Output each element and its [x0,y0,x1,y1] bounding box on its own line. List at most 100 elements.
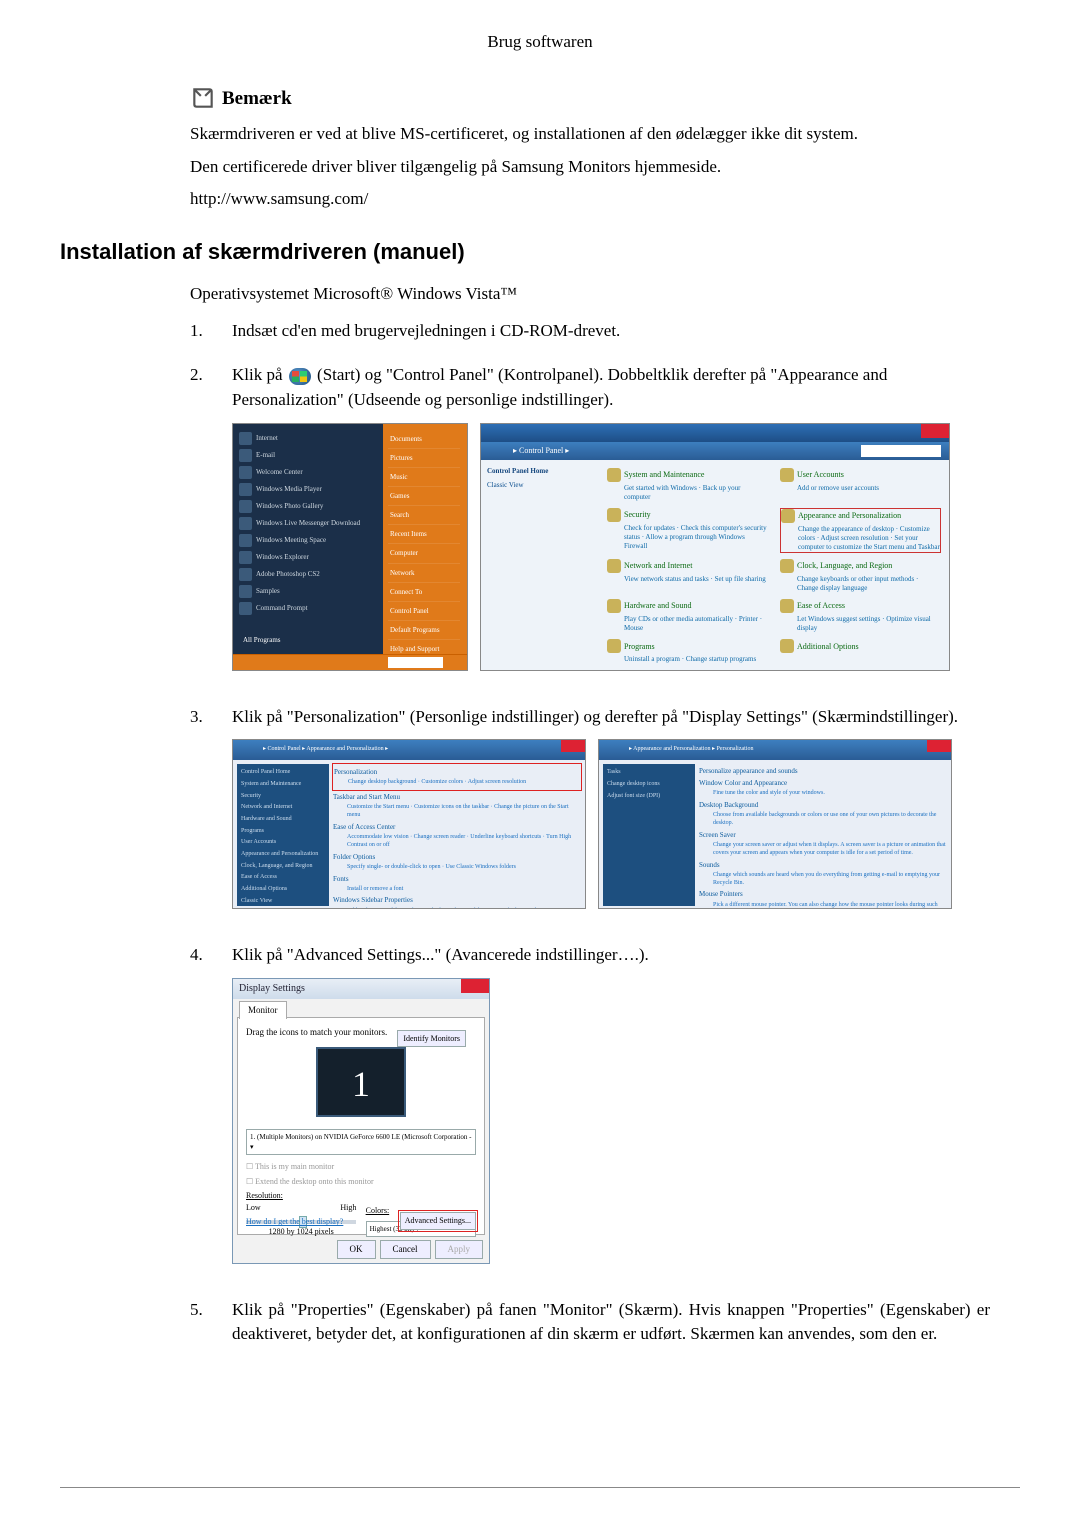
cp-category[interactable]: User AccountsAdd or remove user accounts [780,468,941,502]
cp-category-links[interactable]: Check for updates · Check this computer'… [607,524,768,551]
startmenu-item[interactable]: Internet [239,430,379,447]
step-text: Klik på (Start) og "Control Panel" (Kont… [232,363,990,412]
startmenu-right-item[interactable]: Default Programs [388,621,460,640]
sidebar-item[interactable]: Appearance and Personalization [241,850,325,859]
group-heading[interactable]: Fonts [333,874,581,884]
cp-category-links[interactable]: Let Windows suggest settings · Optimize … [780,615,941,633]
startmenu-item[interactable]: Welcome Center [239,464,379,481]
startmenu-item[interactable]: Windows Live Messenger Download [239,515,379,532]
close-icon[interactable] [561,740,585,752]
cp-category[interactable]: Hardware and SoundPlay CDs or other medi… [607,599,768,633]
group-links[interactable]: Specify single- or double-click to open … [333,864,581,872]
close-icon[interactable] [461,979,489,993]
note-link[interactable]: http://www.samsung.com/ [190,187,990,212]
sidebar-item[interactable]: Additional Options [241,885,325,894]
sidebar-item[interactable]: Clock, Language, and Region [241,862,325,871]
sidebar-item[interactable]: Programs [241,827,325,836]
nav-title[interactable]: Control Panel Home [487,466,595,476]
cp-category-links[interactable]: Uninstall a program · Change startup pro… [607,655,768,664]
startmenu-right-item[interactable]: Search [388,506,460,525]
startmenu-right-item[interactable]: Pictures [388,449,460,468]
sidebar-item[interactable]: Change desktop icons [607,780,691,789]
startmenu-right-item[interactable]: Documents [388,430,460,449]
monitor-preview[interactable]: 1 [316,1047,406,1117]
group-links[interactable]: Change desktop background · Customize co… [334,779,580,787]
cp-category-links[interactable]: Change keyboards or other input methods … [780,575,941,593]
sidebar-item[interactable]: Security [241,792,325,801]
startmenu-right-item[interactable]: Connect To [388,583,460,602]
cp-category-links[interactable]: Add or remove user accounts [780,484,941,493]
monitor-select[interactable]: 1. (Multiple Monitors) on NVIDIA GeForce… [246,1129,476,1155]
group-heading[interactable]: Windows Sidebar Properties [333,895,581,905]
close-icon[interactable] [921,424,949,438]
sidebar-item[interactable]: System and Maintenance [241,780,325,789]
identify-monitors-button[interactable]: Identify Monitors [397,1030,466,1048]
cp-category[interactable]: System and MaintenanceGet started with W… [607,468,768,502]
category-icon [780,468,794,482]
breadcrumb[interactable]: ▸ Control Panel ▸ [513,445,569,457]
cp-category[interactable]: SecurityCheck for updates · Check this c… [607,508,768,553]
startmenu-item[interactable]: Windows Explorer [239,549,379,566]
note-line-2: Den certificerede driver bliver tilgænge… [190,155,990,180]
startmenu-item-label: Windows Explorer [256,552,309,562]
cp-category-links[interactable]: View network status and tasks · Set up f… [607,575,768,584]
pers-item-title[interactable]: Screen Saver [699,830,947,840]
cp-category[interactable]: Additional Options [780,639,941,664]
group-links[interactable]: Add gadgets to Sidebar · Choose whether … [333,908,581,910]
group-heading[interactable]: Ease of Access Center [333,822,581,832]
sidebar-item[interactable]: Classic View [241,897,325,906]
advanced-settings-button[interactable]: Advanced Settings... [400,1212,476,1230]
pers-item-title[interactable]: Desktop Background [699,800,947,810]
main-monitor-checkbox[interactable]: ☐ This is my main monitor [246,1161,476,1173]
startmenu-item[interactable]: Windows Media Player [239,481,379,498]
startmenu-right-item[interactable]: Control Panel [388,602,460,621]
cancel-button[interactable]: Cancel [380,1240,431,1259]
nav-item[interactable]: Classic View [487,480,595,490]
startmenu-item[interactable]: Adobe Photoshop CS2 [239,566,379,583]
group-heading[interactable]: Taskbar and Start Menu [333,792,581,802]
pers-item-title[interactable]: Window Color and Appearance [699,778,947,788]
group-heading[interactable]: Folder Options [333,852,581,862]
search-input[interactable] [861,445,941,457]
startmenu-right-item[interactable]: Music [388,468,460,487]
tab-monitor[interactable]: Monitor [239,1001,287,1019]
sidebar-item[interactable]: Ease of Access [241,873,325,882]
sidebar-item[interactable]: Control Panel Home [241,768,325,777]
breadcrumb[interactable]: ▸ Control Panel ▸ Appearance and Persona… [263,745,388,754]
cp-category[interactable]: Ease of AccessLet Windows suggest settin… [780,599,941,633]
group-heading[interactable]: Personalization [334,767,580,777]
cp-category-links[interactable]: Get started with Windows · Back up your … [607,484,768,502]
startmenu-right-item[interactable]: Computer [388,544,460,563]
breadcrumb[interactable]: ▸ Appearance and Personalization ▸ Perso… [629,745,753,754]
sidebar-item[interactable]: Hardware and Sound [241,815,325,824]
group-links[interactable]: Customize the Start menu · Customize ico… [333,804,581,820]
sidebar-item[interactable]: Tasks [607,768,691,777]
cp-category[interactable]: Clock, Language, and RegionChange keyboa… [780,559,941,593]
group-links[interactable]: Accommodate low vision · Change screen r… [333,834,581,850]
startmenu-right-item[interactable]: Games [388,487,460,506]
close-icon[interactable] [927,740,951,752]
search-box[interactable] [388,657,443,668]
cp-category-links[interactable]: Change the appearance of desktop · Custo… [781,525,940,552]
cp-category[interactable]: ProgramsUninstall a program · Change sta… [607,639,768,664]
group-links[interactable]: Install or remove a font [333,886,581,894]
startmenu-item[interactable]: Samples [239,583,379,600]
help-link[interactable]: How do I get the best display? [246,1216,343,1228]
ok-button[interactable]: OK [337,1240,376,1259]
pers-item-title[interactable]: Sounds [699,860,947,870]
sidebar-item[interactable]: Network and Internet [241,803,325,812]
startmenu-right-item[interactable]: Recent Items [388,525,460,544]
startmenu-item[interactable]: Windows Photo Gallery [239,498,379,515]
pers-item-title[interactable]: Mouse Pointers [699,889,947,899]
cp-category-links[interactable]: Play CDs or other media automatically · … [607,615,768,633]
startmenu-item[interactable]: Windows Meeting Space [239,532,379,549]
startmenu-item[interactable]: Command Prompt [239,600,379,617]
extend-desktop-checkbox[interactable]: ☐ Extend the desktop onto this monitor [246,1176,476,1188]
startmenu-right-item[interactable]: Network [388,564,460,583]
sidebar-item[interactable]: User Accounts [241,838,325,847]
sidebar-item[interactable]: Adjust font size (DPI) [607,792,691,801]
cp-category[interactable]: Network and InternetView network status … [607,559,768,593]
startmenu-item[interactable]: E-mail [239,447,379,464]
cp-category[interactable]: Appearance and PersonalizationChange the… [780,508,941,553]
all-programs-item[interactable]: All Programs [243,635,281,645]
